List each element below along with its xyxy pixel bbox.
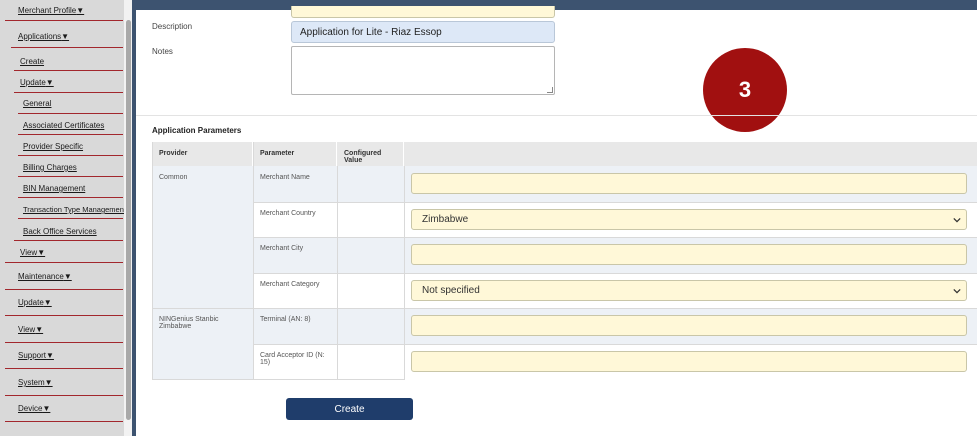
table-border: [253, 237, 977, 238]
table-border: [152, 379, 405, 380]
table-border: [152, 142, 153, 380]
merchant-name-input[interactable]: [411, 173, 967, 194]
provider-cell-common: Common: [152, 166, 253, 308]
sidebar-separator: [14, 92, 123, 93]
configured-value-cell: [337, 166, 404, 202]
app-root: Merchant Profile▼ Applications▼ Create U…: [0, 0, 977, 436]
chevron-down-icon: [953, 288, 961, 294]
sidebar-separator: [11, 47, 123, 48]
sidebar-separator: [18, 218, 123, 219]
main-content: Description Application for Lite - Riaz …: [132, 0, 977, 436]
provider-cell-ningenius: NINGenius Stanbic Zimbabwe: [152, 308, 253, 380]
parameter-cell: Merchant Country: [253, 202, 337, 237]
sidebar-separator: [18, 113, 123, 114]
table-border: [152, 308, 977, 309]
sidebar-separator: [14, 240, 123, 241]
step-badge: 3: [703, 48, 787, 132]
sidebar-nav: Merchant Profile▼ Applications▼ Create U…: [0, 0, 126, 436]
configured-value-cell: [337, 237, 404, 273]
table-header-configured-value: Configured Value: [337, 142, 404, 166]
section-divider: [136, 115, 977, 116]
caret-down-icon: ▼: [61, 32, 70, 41]
sidebar-separator: [5, 368, 123, 369]
table-header-parameter: Parameter: [253, 142, 337, 166]
table-header-input: [404, 142, 977, 166]
sidebar-separator: [18, 197, 123, 198]
sidebar-separator: [14, 70, 123, 71]
parameter-cell: Merchant Category: [253, 273, 337, 308]
resize-grip-icon[interactable]: [547, 87, 553, 93]
parameters-table: Provider Parameter Configured Value Comm…: [152, 142, 977, 380]
merchant-city-input[interactable]: [411, 244, 967, 265]
sidebar-separator: [18, 155, 123, 156]
caret-down-icon: ▼: [63, 272, 72, 281]
card-acceptor-id-input[interactable]: [411, 351, 967, 372]
caret-down-icon: ▼: [42, 404, 51, 413]
sidebar-scrollbar[interactable]: [124, 0, 132, 436]
main-frame-border: [132, 0, 136, 436]
notes-textarea[interactable]: [291, 46, 555, 95]
configured-value-cell: [337, 308, 404, 344]
previous-field-input[interactable]: [291, 6, 555, 18]
caret-down-icon: ▼: [45, 78, 54, 87]
sidebar-separator: [18, 134, 123, 135]
sidebar-separator: [5, 342, 123, 343]
merchant-country-value: Zimbabwe: [422, 214, 469, 225]
caret-down-icon: ▼: [76, 6, 85, 15]
table-border: [253, 202, 977, 203]
caret-down-icon: ▼: [43, 298, 52, 307]
sidebar-separator: [5, 289, 123, 290]
merchant-country-select[interactable]: Zimbabwe: [411, 209, 967, 230]
sidebar-separator: [18, 176, 123, 177]
table-border: [253, 273, 977, 274]
parameter-cell: Card Acceptor ID (N: 15): [253, 344, 337, 380]
configured-value-cell: [337, 344, 404, 380]
sidebar-separator: [5, 395, 123, 396]
description-input[interactable]: Application for Lite - Riaz Essop: [291, 21, 555, 43]
sidebar-separator: [5, 262, 123, 263]
parameter-cell: Merchant Name: [253, 166, 337, 202]
sidebar-separator: [5, 315, 123, 316]
description-label: Description: [152, 22, 193, 31]
sidebar-separator: [5, 421, 123, 422]
configured-value-cell: [337, 202, 404, 237]
create-button[interactable]: Create: [286, 398, 413, 420]
section-title: Application Parameters: [152, 126, 242, 135]
table-border: [253, 344, 977, 345]
caret-down-icon: ▼: [35, 325, 44, 334]
caret-down-icon: ▼: [46, 351, 54, 360]
merchant-category-select[interactable]: Not specified: [411, 280, 967, 301]
parameter-cell: Terminal (AN: 8): [253, 308, 337, 344]
caret-down-icon: ▼: [37, 248, 46, 257]
header-bar: [136, 0, 977, 10]
parameter-cell: Merchant City: [253, 237, 337, 273]
scrollbar-thumb[interactable]: [126, 20, 131, 420]
configured-value-cell: [337, 273, 404, 308]
caret-down-icon: ▼: [44, 378, 53, 387]
sidebar-separator: [5, 20, 123, 21]
notes-label: Notes: [152, 47, 173, 56]
merchant-category-value: Not specified: [422, 285, 480, 296]
terminal-input[interactable]: [411, 315, 967, 336]
table-header-provider: Provider: [152, 142, 253, 166]
chevron-down-icon: [953, 217, 961, 223]
